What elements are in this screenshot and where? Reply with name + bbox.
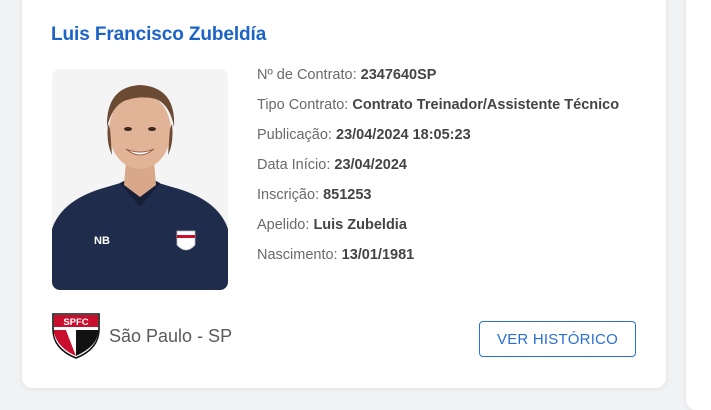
contract-type-label: Tipo Contrato:: [257, 97, 349, 113]
start-date-label: Data Início:: [257, 157, 331, 173]
start-date-row: Data Início: 23/04/2024: [257, 156, 617, 186]
contract-type-value: Contrato Treinador/Assistente Técnico: [352, 97, 620, 113]
person-name[interactable]: Luis Francisco Zubeldía: [51, 24, 266, 46]
contract-details: Nº de Contrato: 2347640SP Tipo Contrato:…: [257, 66, 620, 276]
registration-row: Inscrição: 851253: [257, 186, 617, 216]
next-card: [686, 0, 711, 410]
nickname-row: Apelido: Luis Zubeldia: [257, 216, 617, 246]
nickname-label: Apelido:: [257, 217, 310, 233]
club-crest-text: SPFC: [63, 317, 88, 328]
contract-number-row: Nº de Contrato: 2347640SP: [257, 66, 617, 96]
birth-value: 13/01/1981: [341, 247, 415, 263]
club-name: São Paulo - SP: [109, 325, 233, 346]
birth-label: Nascimento:: [257, 247, 338, 263]
registration-value: 851253: [323, 187, 372, 203]
contract-number-value: 2347640SP: [360, 67, 437, 83]
publication-label: Publicação:: [257, 127, 332, 143]
person-photo: NB: [52, 69, 228, 290]
contract-type-row: Tipo Contrato: Contrato Treinador/Assist…: [257, 96, 620, 126]
contract-number-label: Nº de Contrato:: [257, 67, 357, 83]
view-history-button[interactable]: VER HISTÓRICO: [479, 321, 636, 357]
nickname-value: Luis Zubeldia: [313, 217, 407, 233]
club-info: SPFC São Paulo - SP: [52, 313, 232, 359]
club-crest-icon: SPFC: [52, 313, 100, 359]
start-date-value: 23/04/2024: [334, 157, 407, 173]
birth-row: Nascimento: 13/01/1981: [257, 246, 617, 276]
svg-text:NB: NB: [94, 235, 110, 247]
registration-label: Inscrição:: [257, 187, 320, 203]
publication-value: 23/04/2024 18:05:23: [336, 127, 471, 143]
publication-row: Publicação: 23/04/2024 18:05:23: [257, 126, 617, 156]
